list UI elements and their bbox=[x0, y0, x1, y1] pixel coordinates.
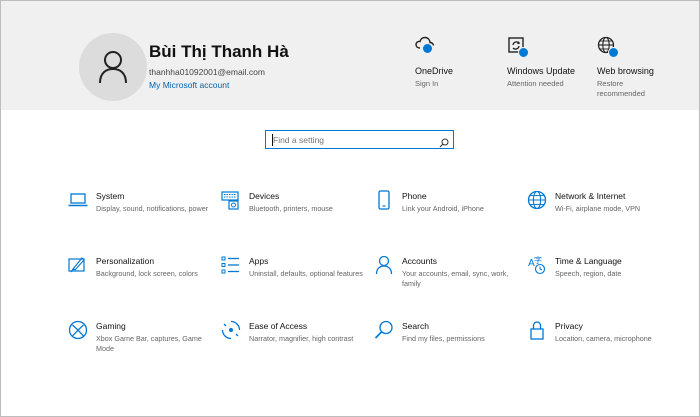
tile-description: Bluetooth, printers, mouse bbox=[249, 204, 333, 213]
search-icon bbox=[374, 320, 394, 340]
time-language-icon: A 字 bbox=[527, 255, 547, 275]
ease-of-access-icon bbox=[221, 320, 241, 340]
tile-ease-of-access[interactable]: Ease of Access Narrator, magnifier, high… bbox=[221, 320, 371, 368]
status-web-browsing[interactable]: Web browsing Restore recommended bbox=[597, 36, 654, 99]
user-email: thanhha01092001@email.com bbox=[149, 67, 265, 77]
lock-icon bbox=[527, 320, 547, 340]
phone-icon bbox=[374, 190, 394, 210]
svg-text:字: 字 bbox=[534, 255, 542, 265]
tile-description: Uninstall, defaults, optional features bbox=[249, 269, 363, 278]
tile-privacy[interactable]: Privacy Location, camera, microphone bbox=[527, 320, 677, 368]
tile-title: Devices bbox=[249, 191, 280, 201]
tile-title: System bbox=[96, 191, 125, 201]
tile-description: Display, sound, notifications, power bbox=[96, 204, 209, 213]
tile-title: Privacy bbox=[555, 321, 583, 331]
avatar[interactable] bbox=[79, 33, 147, 101]
status-title: Windows Update bbox=[507, 66, 576, 76]
status-windows-update[interactable]: Windows Update Attention needed bbox=[507, 36, 575, 89]
tile-accounts[interactable]: Accounts Your accounts, email, sync, wor… bbox=[374, 255, 524, 303]
tile-description: Speech, region, date bbox=[555, 269, 622, 278]
tile-search[interactable]: Search Find my files, permissions bbox=[374, 320, 524, 368]
tile-description: Wi-Fi, airplane mode, VPN bbox=[555, 204, 641, 213]
status-title: OneDrive bbox=[415, 66, 454, 76]
status-title: Web browsing bbox=[597, 66, 654, 76]
tile-title: Personalization bbox=[96, 256, 155, 266]
status-dot bbox=[608, 47, 619, 58]
paint-icon bbox=[68, 255, 88, 275]
tile-title: Accounts bbox=[402, 256, 437, 266]
tile-title: Ease of Access bbox=[249, 321, 308, 331]
search-icon[interactable] bbox=[439, 135, 449, 153]
cloud-icon bbox=[415, 36, 439, 60]
tile-description: Background, lock screen, colors bbox=[96, 269, 198, 278]
tile-title: Apps bbox=[249, 256, 269, 266]
tile-title: Search bbox=[402, 321, 429, 331]
my-microsoft-account-link[interactable]: My Microsoft account bbox=[149, 80, 229, 90]
status-subtitle: Sign In bbox=[415, 79, 439, 88]
tile-title: Network & Internet bbox=[555, 191, 626, 201]
devices-icon bbox=[221, 190, 241, 210]
user-name: Bùi Thị Thanh Hà bbox=[149, 42, 289, 61]
person-icon bbox=[374, 255, 394, 275]
status-onedrive[interactable]: OneDrive Sign In bbox=[415, 36, 453, 89]
tile-devices[interactable]: Devices Bluetooth, printers, mouse bbox=[221, 190, 371, 238]
tile-title: Gaming bbox=[96, 321, 126, 331]
status-subtitle: Restore recommended bbox=[597, 79, 645, 98]
tile-description: Xbox Game Bar, captures, Game Mode bbox=[96, 334, 202, 353]
tile-description: Link your Android, iPhone bbox=[402, 204, 484, 213]
xbox-icon bbox=[68, 320, 88, 340]
tile-personalization[interactable]: Personalization Background, lock screen,… bbox=[68, 255, 218, 303]
globe-icon bbox=[527, 190, 547, 210]
tile-apps[interactable]: Apps Uninstall, defaults, optional featu… bbox=[221, 255, 371, 303]
person-icon bbox=[99, 51, 127, 84]
find-setting-search[interactable] bbox=[265, 130, 454, 149]
status-dot bbox=[518, 47, 529, 58]
tile-time-language[interactable]: A 字 Time & Language Speech, region, date bbox=[527, 255, 677, 303]
update-icon bbox=[507, 36, 531, 60]
laptop-icon bbox=[68, 190, 88, 210]
search-input[interactable] bbox=[273, 133, 438, 146]
tile-gaming[interactable]: Gaming Xbox Game Bar, captures, Game Mod… bbox=[68, 320, 218, 368]
account-header: Bùi Thị Thanh Hà thanhha01092001@email.c… bbox=[1, 1, 699, 110]
tile-title: Phone bbox=[402, 191, 427, 201]
tile-phone[interactable]: Phone Link your Android, iPhone bbox=[374, 190, 524, 238]
tile-system[interactable]: System Display, sound, notifications, po… bbox=[68, 190, 218, 238]
tile-description: Narrator, magnifier, high contrast bbox=[249, 334, 354, 343]
status-subtitle: Attention needed bbox=[507, 79, 564, 88]
tile-description: Find my files, permissions bbox=[402, 334, 485, 343]
tile-network-internet[interactable]: Network & Internet Wi-Fi, airplane mode,… bbox=[527, 190, 677, 238]
globe-icon bbox=[597, 36, 621, 60]
tile-title: Time & Language bbox=[555, 256, 622, 266]
tile-description: Your accounts, email, sync, work, family bbox=[402, 269, 509, 288]
tile-description: Location, camera, microphone bbox=[555, 334, 652, 343]
status-dot bbox=[422, 43, 433, 54]
apps-list-icon bbox=[221, 255, 241, 275]
